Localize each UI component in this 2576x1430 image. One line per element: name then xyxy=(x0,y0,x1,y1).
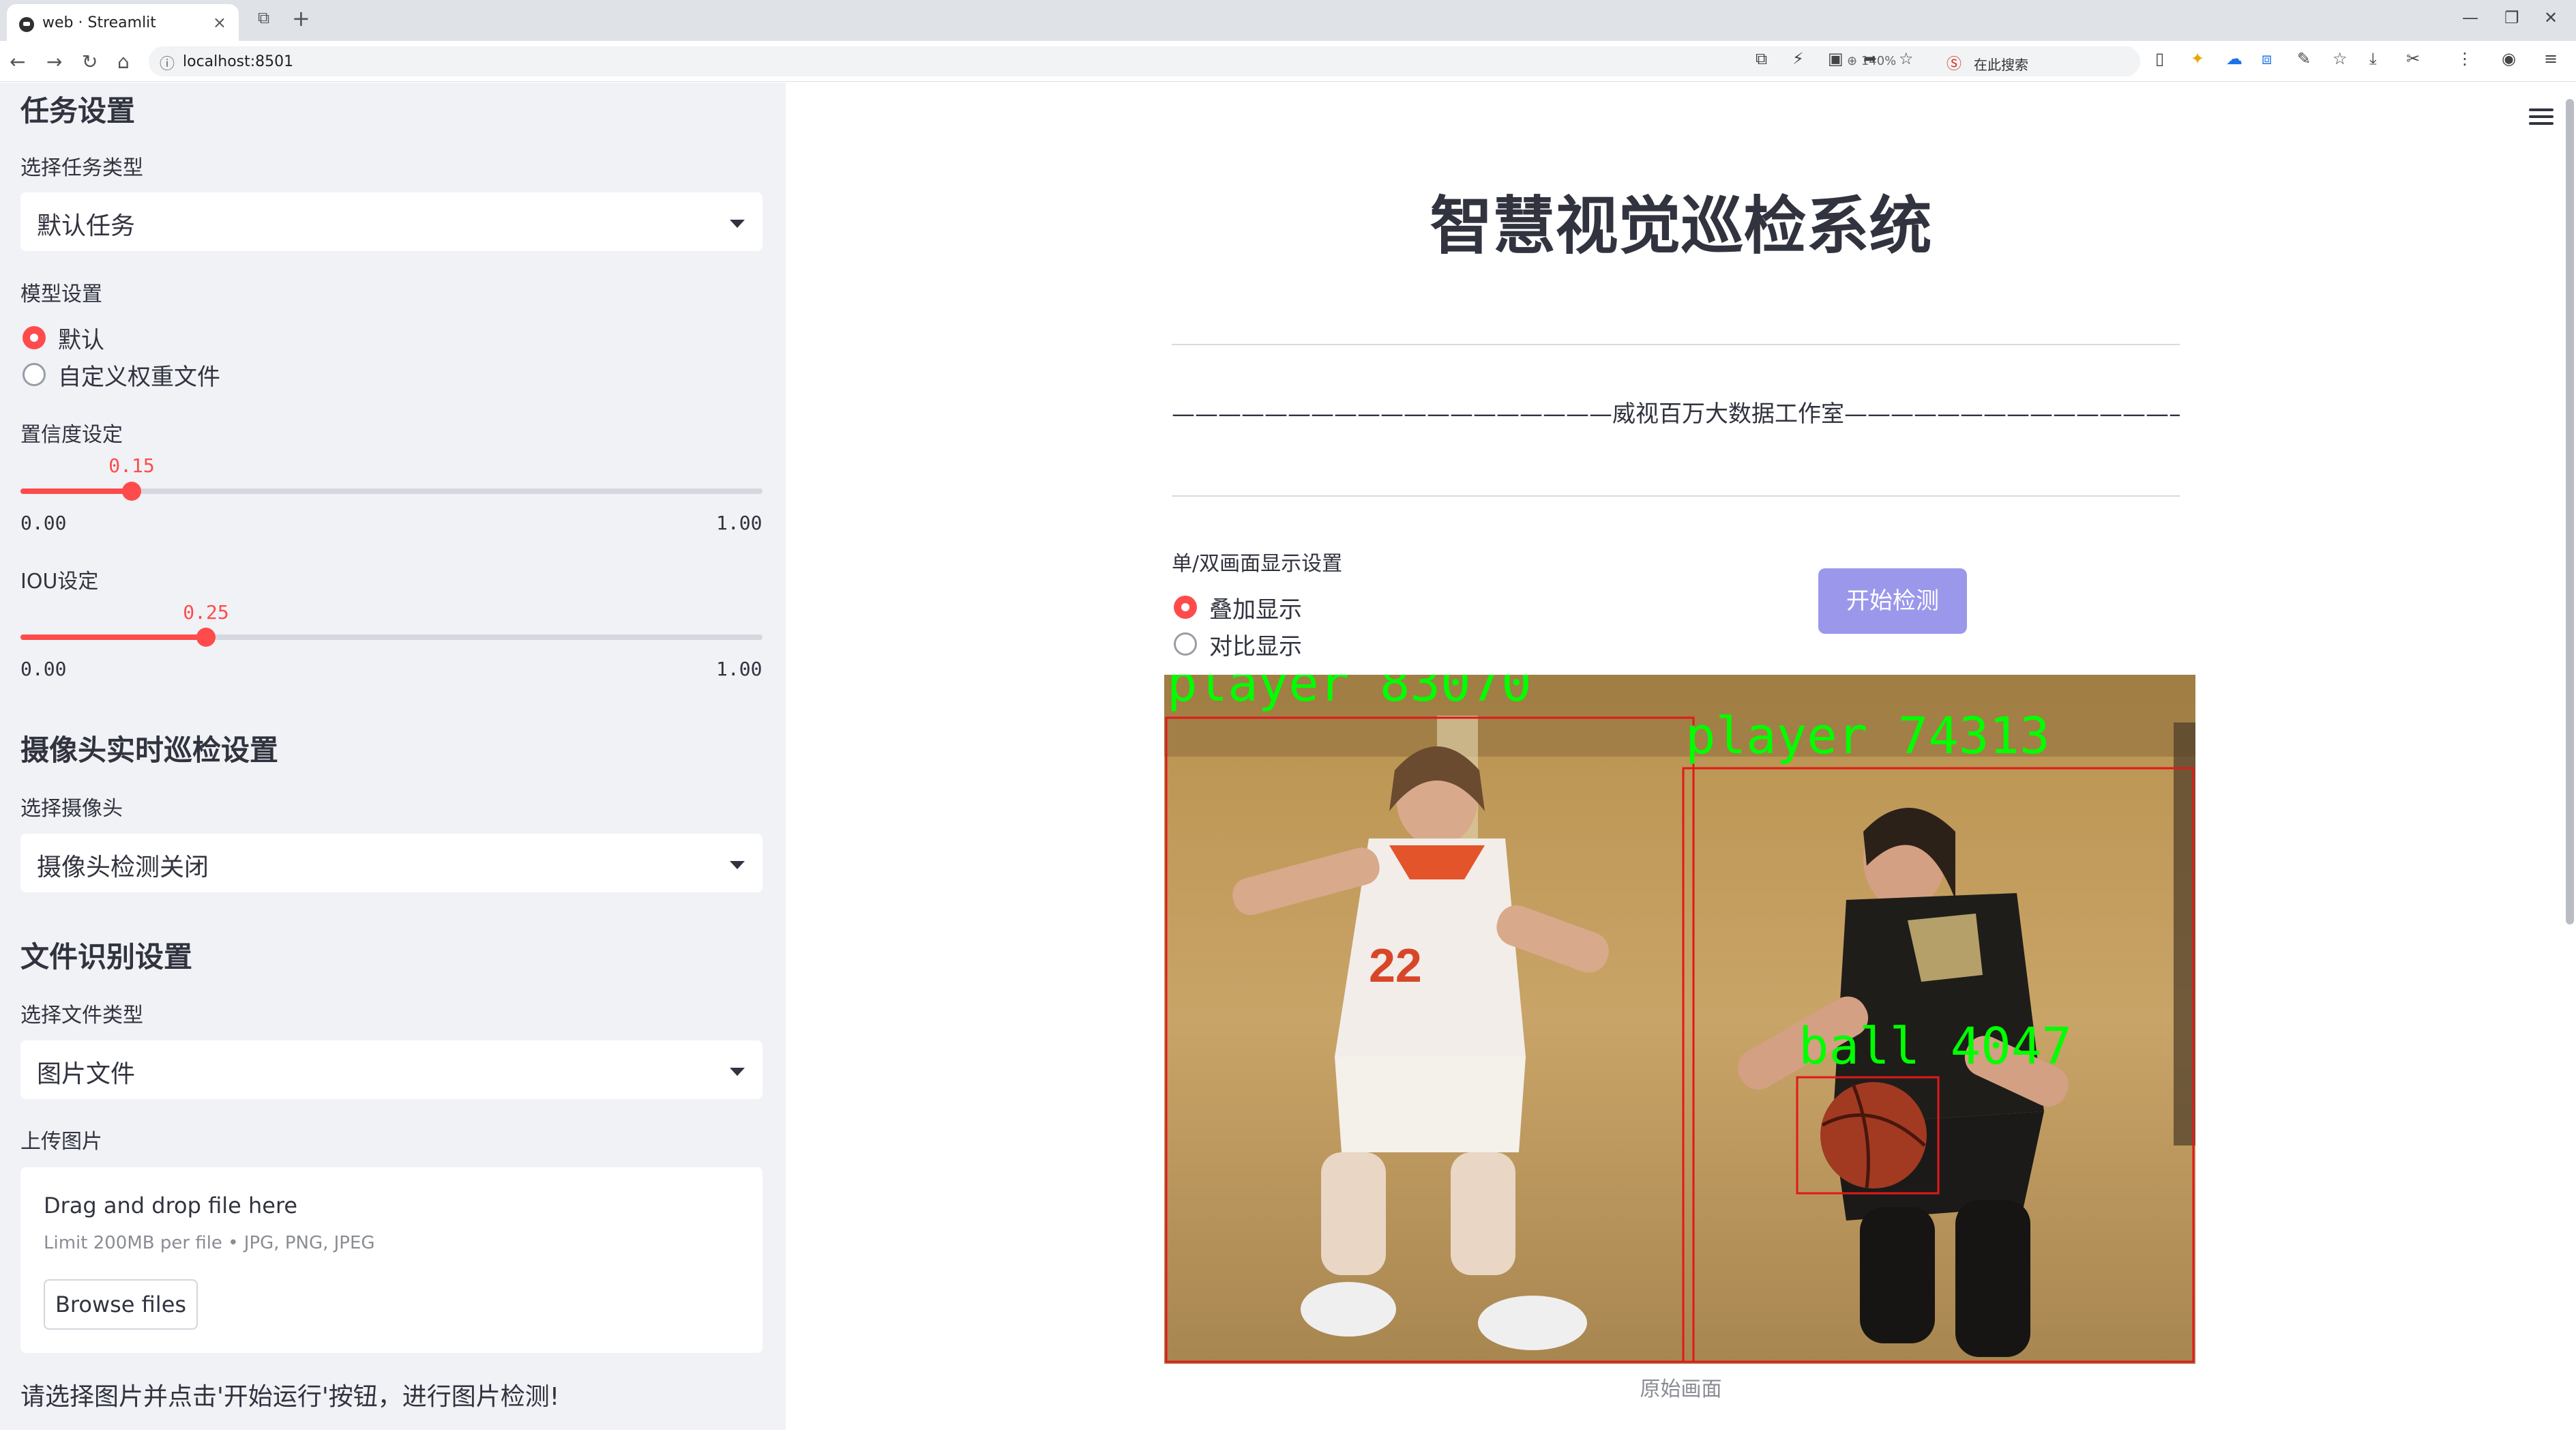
file-type-value: 图片文件 xyxy=(37,1060,136,1088)
tab-title: web · Streamlit xyxy=(42,14,156,31)
url-text[interactable]: localhost:8501 xyxy=(183,53,293,70)
page-title: 智慧视觉巡检系统 xyxy=(1430,190,1932,263)
reload-icon[interactable]: ↻ xyxy=(82,50,98,73)
display-option-overlay[interactable]: 叠加显示 xyxy=(1209,591,1302,624)
confidence-slider-fill xyxy=(20,488,132,494)
task-type-value: 默认任务 xyxy=(37,212,136,240)
confidence-slider-thumb[interactable] xyxy=(122,482,142,501)
detection-label-player-1: player 83070 xyxy=(1167,675,1532,713)
model-radio-default[interactable] xyxy=(23,326,46,349)
download-icon[interactable]: ⤓ xyxy=(2369,49,2377,68)
background-player xyxy=(2174,723,2195,1146)
translate-extension-icon[interactable]: ⧈ xyxy=(2262,49,2272,68)
file-section-title: 文件识别设置 xyxy=(20,940,193,974)
model-radio-custom[interactable] xyxy=(23,363,46,386)
minimize-icon[interactable]: — xyxy=(2462,8,2478,27)
search-box[interactable]: Ⓢ 在此搜索 xyxy=(1937,46,2135,76)
avatar-icon[interactable]: ◉ xyxy=(2502,49,2516,68)
browser-tab[interactable]: web · Streamlit × xyxy=(7,4,239,41)
model-option-custom[interactable]: 自定义权重文件 xyxy=(58,358,220,392)
tab-close-icon[interactable]: × xyxy=(213,13,226,32)
dropzone-limit: Limit 200MB per file • JPG, PNG, JPEG xyxy=(44,1233,375,1253)
bookmark-star-icon[interactable]: ☆ xyxy=(1899,49,1914,68)
search-engine-icon[interactable]: Ⓢ xyxy=(1946,52,1961,74)
sidebar: 任务设置 选择任务类型 默认任务 模型设置 默认 自定义权重文件 置信度设定 0… xyxy=(0,83,786,1430)
browser-menu-icon[interactable]: ≡ xyxy=(2544,49,2558,68)
upload-label: 上传图片 xyxy=(20,1130,102,1154)
forward-icon[interactable]: → xyxy=(46,50,62,73)
cut-icon[interactable]: ✂ xyxy=(2406,49,2420,68)
confidence-label: 置信度设定 xyxy=(20,423,123,447)
start-detection-button[interactable]: 开始检测 xyxy=(1818,568,1967,634)
file-dropzone[interactable]: Drag and drop file here Limit 200MB per … xyxy=(20,1167,763,1353)
iou-value: 0.25 xyxy=(183,601,229,624)
display-option-compare[interactable]: 对比显示 xyxy=(1209,628,1302,661)
translate-icon[interactable]: ⧉ xyxy=(1756,49,1767,68)
display-radio-overlay[interactable] xyxy=(1174,596,1197,619)
browser-tab-bar: web · Streamlit × ⧉ + — ❐ ✕ xyxy=(0,0,2576,41)
detection-label-player-2: player 74313 xyxy=(1685,707,2050,765)
iou-label: IOU设定 xyxy=(20,570,99,594)
display-radio-compare[interactable] xyxy=(1174,632,1197,656)
studio-banner: ———————————————————威视百万大数据工作室———————————… xyxy=(1172,400,2180,428)
zoom-icon: ⊕ xyxy=(1847,54,1861,68)
divider-top xyxy=(1172,344,2180,345)
iou-slider-fill xyxy=(20,634,206,640)
confidence-min: 0.00 xyxy=(20,512,67,534)
favorites-icon[interactable]: ☆ xyxy=(2333,49,2348,68)
hamburger-menu-icon[interactable] xyxy=(2529,108,2553,126)
home-icon[interactable]: ⌂ xyxy=(117,50,130,73)
back-icon[interactable]: ← xyxy=(10,50,25,73)
extension-icon[interactable]: ✦ xyxy=(2191,49,2204,68)
iou-slider[interactable] xyxy=(20,628,763,647)
camera-value: 摄像头检测关闭 xyxy=(37,853,209,881)
streamlit-favicon-icon xyxy=(19,17,34,32)
share-icon[interactable]: ➦ xyxy=(1863,49,1877,68)
detection-result-image: 22 player 83070 player 74313 ball 4047 xyxy=(1164,675,2195,1364)
iou-slider-thumb[interactable] xyxy=(196,628,216,647)
model-option-default[interactable]: 默认 xyxy=(58,321,104,355)
display-mode-label: 单/双画面显示设置 xyxy=(1172,552,1343,576)
reading-extension-icon[interactable]: ✎ xyxy=(2297,49,2311,68)
camera-label: 选择摄像头 xyxy=(20,797,123,821)
browser-toolbar: ← → ↻ ⌂ ⓘ localhost:8501 ⊕ 140% ⧉ ⚡ ▣ ➦ … xyxy=(0,41,2576,82)
restore-icon[interactable]: ❐ xyxy=(2504,8,2519,27)
divider-bottom xyxy=(1172,495,2180,497)
file-type-select[interactable]: 图片文件 xyxy=(20,1040,763,1099)
more-menu-icon[interactable]: ⋮ xyxy=(2457,49,2473,68)
svg-text:22: 22 xyxy=(1369,939,1422,992)
bolt-icon[interactable]: ⚡ xyxy=(1792,49,1804,68)
cloud-extension-icon[interactable]: ☁ xyxy=(2226,49,2242,68)
image-caption: 原始画面 xyxy=(1640,1377,1722,1401)
model-label: 模型设置 xyxy=(20,282,102,306)
browse-files-button[interactable]: Browse files xyxy=(44,1279,198,1330)
chevron-down-icon xyxy=(730,861,745,869)
camera-select[interactable]: 摄像头检测关闭 xyxy=(20,834,763,892)
task-type-select[interactable]: 默认任务 xyxy=(20,192,763,251)
file-type-label: 选择文件类型 xyxy=(20,1004,143,1027)
search-input[interactable]: 在此搜索 xyxy=(1974,54,2028,74)
main-content: 智慧视觉巡检系统 ———————————————————威视百万大数据工作室——… xyxy=(786,83,2576,1430)
tab-list-icon[interactable]: ⧉ xyxy=(258,8,269,27)
dropzone-title: Drag and drop file here xyxy=(44,1193,298,1219)
chevron-down-icon xyxy=(730,220,745,228)
iou-max: 1.00 xyxy=(716,658,763,680)
iou-min: 0.00 xyxy=(20,658,67,680)
confidence-max: 1.00 xyxy=(716,512,763,534)
new-tab-icon[interactable]: + xyxy=(292,5,310,31)
camera-section-title: 摄像头实时巡检设置 xyxy=(20,733,279,767)
screenshot-icon[interactable]: ▣ xyxy=(1828,49,1844,68)
mobile-icon[interactable]: ▯ xyxy=(2155,49,2164,68)
confidence-value: 0.15 xyxy=(108,454,155,477)
hint-text: 请选择图片并点击'开始运行'按钮，进行图片检测! xyxy=(20,1383,560,1411)
chevron-down-icon xyxy=(730,1068,745,1076)
task-type-label: 选择任务类型 xyxy=(20,156,143,180)
confidence-slider[interactable] xyxy=(20,482,763,501)
task-section-title: 任务设置 xyxy=(20,94,136,128)
close-window-icon[interactable]: ✕ xyxy=(2544,8,2558,27)
site-info-icon[interactable]: ⓘ xyxy=(160,52,175,74)
detection-label-ball: ball 4047 xyxy=(1798,1017,2072,1076)
